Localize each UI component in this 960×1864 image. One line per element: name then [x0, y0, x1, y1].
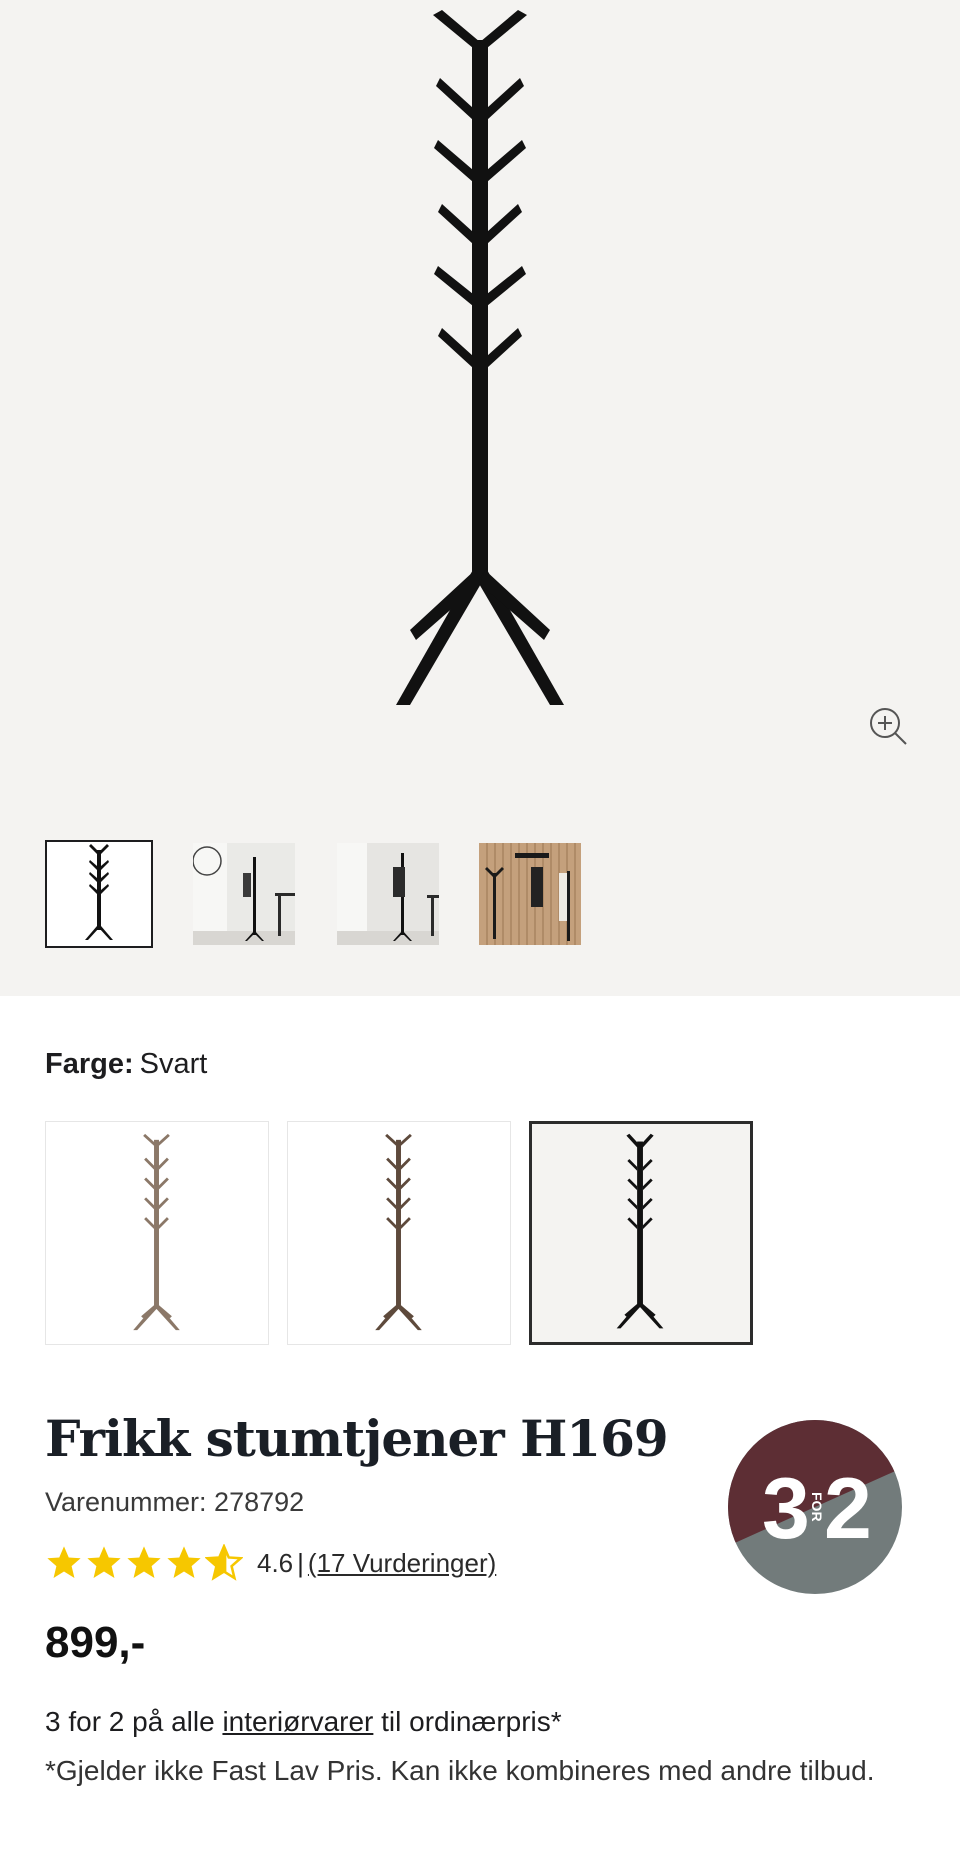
reviews-link[interactable]: (17 Vurderinger) [308, 1548, 496, 1579]
thumbnail-2[interactable] [193, 843, 295, 945]
rating-value: 4.6 [257, 1547, 294, 1578]
color-option-dark-oak[interactable] [287, 1121, 511, 1345]
half-star-icon [205, 1544, 243, 1581]
rating-stars [45, 1544, 243, 1582]
product-main-image[interactable] [380, 0, 580, 720]
promo-link-interior[interactable]: interiørvarer [222, 1706, 373, 1737]
star-icon [127, 1546, 161, 1579]
badge-middle-text: FOR [809, 1492, 825, 1522]
color-label-value: Svart [139, 1048, 208, 1080]
color-label: Farge: Svart [45, 1044, 207, 1084]
promo-text: 3 for 2 på alle interiørvarer til ordinæ… [45, 1700, 915, 1744]
product-sku: Varenummer: 278792 [45, 1487, 305, 1517]
rating-separator: | [297, 1547, 304, 1578]
product-rating: 4.6 | (17 Vurderinger) [45, 1543, 496, 1583]
star-icon [47, 1546, 81, 1579]
color-option-black[interactable] [529, 1121, 753, 1345]
thumbnail-4[interactable] [479, 843, 581, 945]
thumbnail-3[interactable] [337, 843, 439, 945]
promo-suffix: til ordinærpris* [373, 1706, 562, 1737]
badge-left-number: 3 [762, 1461, 810, 1557]
color-option-light-oak[interactable] [45, 1121, 269, 1345]
star-icon [167, 1546, 201, 1579]
thumbnail-1[interactable] [45, 840, 153, 948]
zoom-in-icon[interactable] [868, 706, 908, 746]
product-gallery [0, 0, 960, 996]
star-icon [87, 1546, 121, 1579]
badge-right-number: 2 [824, 1461, 872, 1557]
product-title: Frikk stumtjener H169 [45, 1409, 669, 1468]
promo-disclaimer: *Gjelder ikke Fast Lav Pris. Kan ikke ko… [45, 1755, 875, 1786]
promo-prefix: 3 for 2 på alle [45, 1706, 223, 1737]
color-label-key: Farge: [45, 1048, 134, 1080]
product-price: 899,- [45, 1618, 146, 1667]
3-for-2-badge: 3 FOR 2 [728, 1420, 902, 1594]
